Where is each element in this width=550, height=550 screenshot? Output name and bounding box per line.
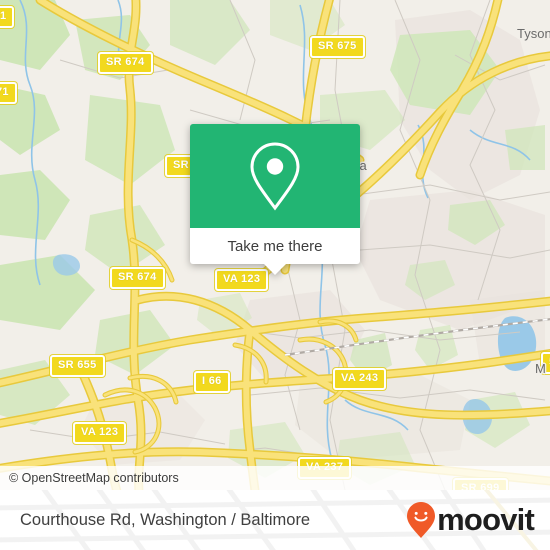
screenshot-root: 1 SR 674 SR 675 71 SR 6 SR 674 VA 123 SR… <box>0 0 550 550</box>
moovit-wordmark: moovit <box>437 501 535 537</box>
road-shield[interactable]: SR 674 <box>98 52 153 74</box>
popup-marker-area <box>190 124 360 228</box>
take-me-there-button[interactable]: Take me there <box>190 228 360 264</box>
moovit-pin-smiley-icon <box>407 502 436 538</box>
road-shield[interactable]: SR 655 <box>50 355 105 377</box>
road-shield[interactable]: 1 <box>0 6 15 28</box>
road-shield[interactable]: SR 675 <box>310 36 365 58</box>
location-popup-card[interactable]: Take me there <box>190 124 360 275</box>
road-shield[interactable]: I 66 <box>194 371 230 393</box>
moovit-logo[interactable]: moovit <box>406 501 535 539</box>
road-shield[interactable]: SR 674 <box>110 267 165 289</box>
road-shield[interactable]: VA 123 <box>73 422 127 444</box>
road-shield[interactable]: 71 <box>0 82 17 104</box>
popup-tail-pointer <box>264 264 286 275</box>
bottom-info-bar: Courthouse Rd, Washington / Baltimore mo… <box>0 490 550 550</box>
bottombar-content: Courthouse Rd, Washington / Baltimore mo… <box>0 490 550 550</box>
take-me-there-label: Take me there <box>227 237 323 255</box>
map-pin-icon <box>250 142 300 211</box>
place-label: Tysons <box>517 26 550 41</box>
road-shield[interactable]: VA 123 <box>215 269 269 291</box>
road-shield[interactable]: VA 243 <box>333 368 387 390</box>
place-label: M <box>535 361 546 376</box>
location-title: Courthouse Rd, Washington / Baltimore <box>20 510 311 529</box>
map-attribution[interactable]: © OpenStreetMap contributors <box>0 466 550 490</box>
